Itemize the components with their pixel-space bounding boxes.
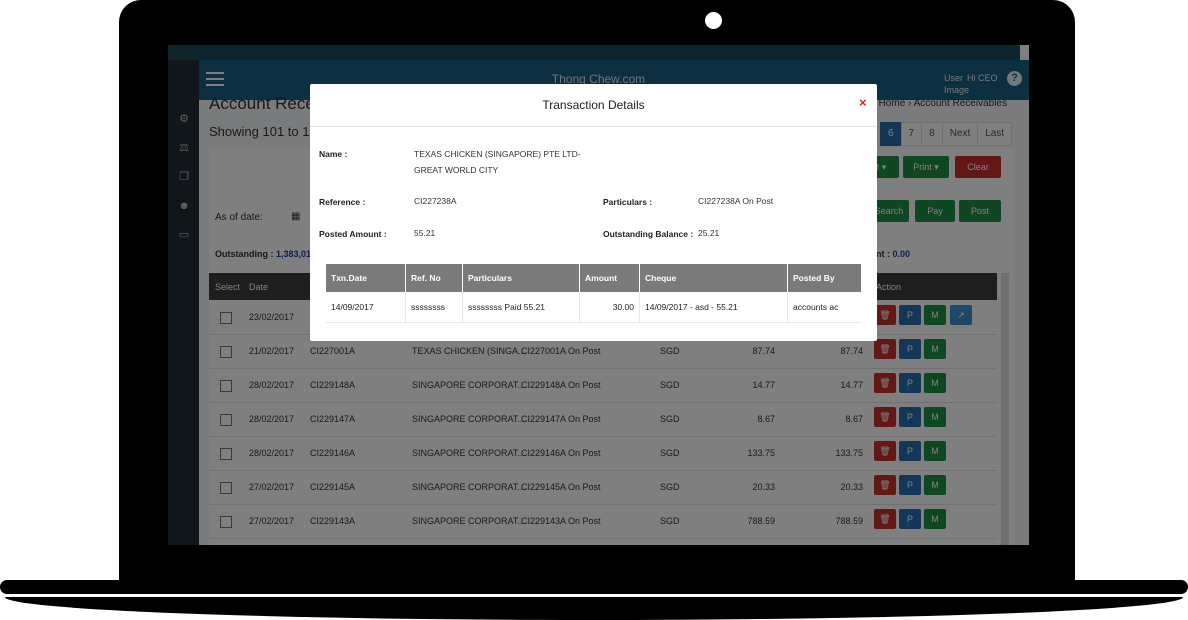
- posted-amount-label: Posted Amount :: [319, 229, 387, 239]
- name-value: TEXAS CHICKEN (SINGAPORE) PTE LTD- GREAT…: [414, 146, 581, 178]
- cell-cheque: 14/09/2017 - asd - 55.21: [639, 292, 788, 323]
- reference-label: Reference :: [319, 197, 366, 207]
- particulars-label: Particulars :: [603, 197, 653, 207]
- transactions-header-row: Txn.Date Ref. No Particulars Amount Cheq…: [326, 264, 861, 292]
- reference-value: CI227238A: [414, 196, 457, 206]
- cell-txn-date: 14/09/2017: [326, 292, 406, 323]
- cell-particulars: ssssssss Paid 55.21: [462, 292, 580, 323]
- table-row: 14/09/2017 ssssssss ssssssss Paid 55.21 …: [326, 292, 861, 323]
- th-ref-no: Ref. No: [405, 264, 463, 292]
- name-label: Name :: [319, 149, 348, 159]
- transaction-details-modal: Transaction Details × Name : TEXAS CHICK…: [310, 84, 877, 341]
- camera: [705, 12, 722, 29]
- th-txn-date: Txn.Date: [326, 264, 406, 292]
- close-icon[interactable]: ×: [859, 95, 867, 110]
- modal-divider: [310, 126, 877, 127]
- th-posted-by: Posted By: [787, 264, 861, 292]
- modal-title: Transaction Details: [542, 98, 645, 112]
- cell-posted-by: accounts ac: [787, 292, 861, 323]
- th-amount: Amount: [579, 264, 640, 292]
- name-value-line2: GREAT WORLD CITY: [414, 165, 499, 175]
- laptop-base: [0, 580, 1188, 594]
- name-value-line1: TEXAS CHICKEN (SINGAPORE) PTE LTD-: [414, 149, 581, 159]
- th-particulars: Particulars: [462, 264, 580, 292]
- cell-amount: 30.00: [579, 292, 640, 323]
- cell-ref-no: ssssssss: [405, 292, 463, 323]
- outstanding-balance-value: 25.21: [698, 228, 720, 238]
- particulars-value: CI227238A On Post: [698, 196, 774, 206]
- transactions-table: Txn.Date Ref. No Particulars Amount Cheq…: [326, 264, 861, 323]
- outstanding-balance-label: Outstanding Balance :: [603, 229, 694, 239]
- laptop-foot: [5, 597, 1183, 620]
- posted-amount-value: 55.21: [414, 228, 436, 238]
- th-cheque: Cheque: [639, 264, 788, 292]
